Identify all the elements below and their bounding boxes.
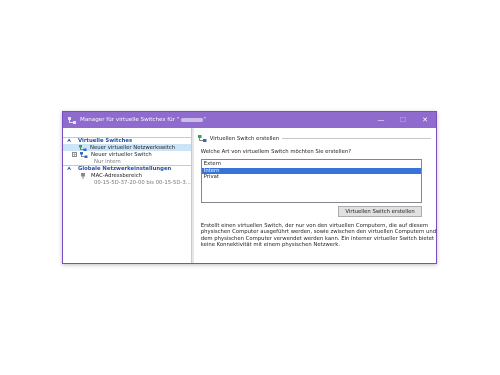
window-content: ⮝ Virtuelle Switches Neuer virtueller Ne… — [63, 128, 436, 263]
mac-range-value: 00-15-5D-37-20-00 bis 00-15-5D-3... — [94, 179, 191, 186]
chevron-up-icon[interactable]: ⮝ — [67, 166, 73, 172]
section-virtual-switches-label: Virtuelle Switches — [78, 138, 133, 144]
switch-description: Erstellt einen virtuellen Switch, der nu… — [200, 223, 437, 249]
group-divider — [282, 138, 431, 139]
new-switch-icon — [197, 135, 207, 142]
title-bar[interactable]: Manager für virtuelle Switches für " " — … — [63, 112, 436, 128]
virtual-switch-manager-window: Manager für virtuelle Switches für " " — … — [62, 111, 437, 264]
switch-type-listbox[interactable]: Extern Intern Privat — [200, 159, 422, 203]
tree-item-mac-value: 00-15-5D-37-20-00 bis 00-15-5D-3... — [63, 179, 191, 186]
description-line: physischen Computer ausgeführt werden, s… — [200, 229, 437, 236]
description-line: keine Konnektivität mit einem physischen… — [200, 242, 340, 249]
chevron-up-icon[interactable]: ⮝ — [67, 138, 73, 144]
tree-item-switch-label: Neuer virtueller Switch — [91, 151, 152, 158]
new-switch-icon — [79, 144, 87, 151]
tree-item-new-switch-label: Neuer virtueller Netzwerkswitch — [90, 144, 176, 151]
navigation-tree: ⮝ Virtuelle Switches Neuer virtueller Ne… — [63, 128, 194, 263]
mac-range-label: MAC-Adressbereich — [91, 172, 143, 179]
expand-icon[interactable]: + — [72, 152, 77, 157]
tree-item-mac-range[interactable]: MAC-Adressbereich — [63, 172, 191, 179]
group-title: Virtuellen Switch erstellen — [209, 135, 280, 142]
switch-type-question: Welche Art von virtuellem Switch möchten… — [200, 149, 352, 155]
network-adapter-icon — [80, 172, 88, 179]
switch-icon — [80, 151, 88, 158]
create-switch-button[interactable]: Virtuellen Switch erstellen — [338, 206, 422, 217]
tree-item-new-switch[interactable]: Neuer virtueller Netzwerkswitch — [63, 144, 191, 151]
maximize-button[interactable]: ☐ — [392, 112, 414, 128]
section-global-label: Globale Netzwerkeinstellungen — [78, 166, 172, 172]
redacted-host-name — [181, 117, 204, 122]
button-row: Virtuellen Switch erstellen — [198, 206, 422, 217]
detail-pane: Virtuellen Switch erstellen Welche Art v… — [192, 128, 437, 263]
option-privat[interactable]: Privat — [202, 174, 421, 181]
section-virtual-switches[interactable]: ⮝ Virtuelle Switches — [63, 137, 191, 144]
tree-item-switch-type: Nur intern — [63, 158, 191, 165]
window-title: Manager für virtuelle Switches für " " — [80, 117, 206, 123]
create-switch-group-header: Virtuellen Switch erstellen — [197, 134, 431, 143]
window-controls: — ☐ ✕ — [370, 112, 436, 128]
network-switch-icon — [68, 116, 76, 124]
tree-item-switch[interactable]: + Neuer virtueller Switch — [63, 151, 191, 158]
close-button[interactable]: ✕ — [414, 112, 436, 128]
switch-type-label: Nur intern — [94, 158, 121, 165]
minimize-button[interactable]: — — [370, 112, 392, 128]
section-global-network-settings[interactable]: ⮝ Globale Netzwerkeinstellungen — [63, 165, 191, 172]
